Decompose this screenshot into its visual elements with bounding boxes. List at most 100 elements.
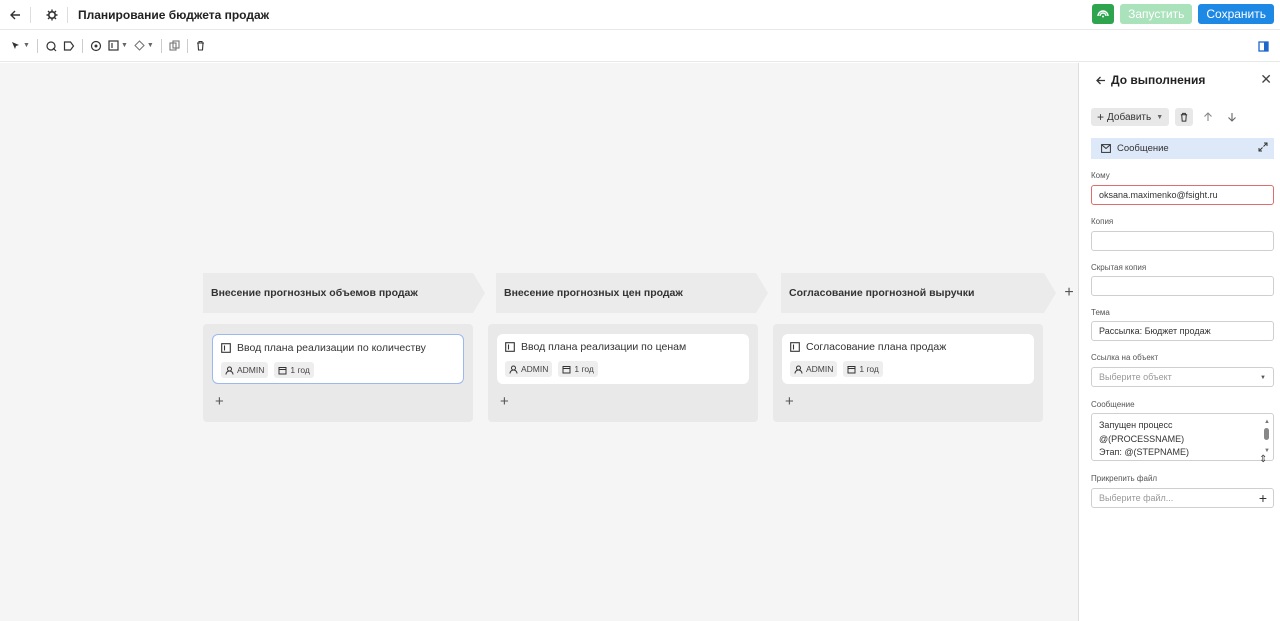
add-stage-button[interactable]: + xyxy=(1061,285,1077,301)
arrow-up-icon xyxy=(1204,112,1213,121)
stage-header[interactable]: Внесение прогнозных цен продаж xyxy=(496,273,768,313)
process-tool[interactable] xyxy=(87,34,105,58)
panel-header: До выполнения xyxy=(1095,71,1275,89)
save-button[interactable]: Сохранить xyxy=(1198,4,1274,24)
user-chip: ADMIN xyxy=(221,362,269,378)
delete-tool[interactable] xyxy=(192,34,209,58)
envelope-icon xyxy=(1101,144,1111,153)
add-step-tool[interactable] xyxy=(60,34,78,58)
message-line: @(PROCESSNAME) xyxy=(1099,433,1185,444)
move-up-button[interactable] xyxy=(1199,108,1217,126)
stage-header[interactable]: Внесение прогнозных объемов продаж xyxy=(203,273,485,313)
user-icon xyxy=(225,366,234,375)
stage-add-icon xyxy=(46,40,57,51)
cc-label: Копия xyxy=(1091,217,1114,226)
diamond-icon xyxy=(134,40,145,51)
sidebar-icon xyxy=(1257,40,1269,52)
condition-tool[interactable]: ▼ xyxy=(131,34,157,58)
copy-tool[interactable] xyxy=(166,34,183,58)
delete-action-button[interactable] xyxy=(1175,108,1194,126)
add-stage-tool[interactable] xyxy=(42,34,60,58)
bcc-label: Скрытая копия xyxy=(1091,263,1147,272)
back-arrow-icon[interactable] xyxy=(0,0,30,30)
step-title: Согласование плана продаж xyxy=(806,341,947,353)
subject-field[interactable]: Рассылка: Бюджет продаж xyxy=(1091,321,1274,341)
scrollbar[interactable]: ▲ ▼ xyxy=(1264,416,1272,458)
user-chip: ADMIN xyxy=(790,361,838,377)
attach-placeholder: Выберите файл... xyxy=(1099,493,1174,503)
header-divider xyxy=(30,6,31,23)
user-name: ADMIN xyxy=(237,365,265,375)
user-name: ADMIN xyxy=(521,364,549,374)
form-icon xyxy=(505,342,515,352)
chevron-down-icon: ▼ xyxy=(1260,375,1266,381)
add-step-button[interactable]: + xyxy=(500,394,509,409)
stage-title: Внесение прогнозных цен продаж xyxy=(504,287,683,299)
panel-title: До выполнения xyxy=(1111,73,1206,87)
user-name: ADMIN xyxy=(806,364,834,374)
stage-title: Согласование прогнозной выручки xyxy=(789,287,975,299)
toolbar-divider xyxy=(36,38,38,53)
period-chip: 1 год xyxy=(274,362,314,378)
to-value: oksana.maximenko@fsight.ru xyxy=(1099,190,1218,200)
stage-header[interactable]: Согласование прогнозной выручки xyxy=(781,273,1056,313)
toolbar-divider xyxy=(160,38,162,53)
scroll-thumb[interactable] xyxy=(1264,428,1269,440)
resize-cursor-icon[interactable]: ⇕ xyxy=(1259,454,1267,465)
stage-body: Ввод плана реализации по ценам ADMIN 1 г… xyxy=(488,324,758,422)
step-card[interactable]: Ввод плана реализации по количеству ADMI… xyxy=(212,334,464,384)
message-label: Сообщение xyxy=(1091,400,1135,409)
trash-icon xyxy=(196,40,204,51)
chevron-down-icon: ▼ xyxy=(1156,113,1164,121)
plus-icon: + xyxy=(1097,110,1105,124)
process-icon xyxy=(90,40,102,51)
step-title: Ввод плана реализации по количеству xyxy=(237,342,426,354)
object-link-select[interactable]: Выберите объект ▼ xyxy=(1091,367,1274,387)
header-divider xyxy=(67,6,68,23)
process-canvas[interactable]: Внесение прогнозных объемов продаж Ввод … xyxy=(0,63,1078,621)
bcc-field[interactable] xyxy=(1091,276,1274,296)
run-button[interactable]: Запустить xyxy=(1120,4,1193,24)
move-down-button[interactable] xyxy=(1223,108,1241,126)
object-link-placeholder: Выберите объект xyxy=(1099,372,1172,382)
expand-icon[interactable] xyxy=(1258,142,1268,155)
step-card[interactable]: Согласование плана продаж ADMIN 1 год xyxy=(782,334,1034,384)
pointer-tool[interactable]: ▼ xyxy=(8,34,33,58)
gear-icon[interactable] xyxy=(37,0,67,30)
step-card[interactable]: Ввод плана реализации по ценам ADMIN 1 г… xyxy=(497,334,749,384)
period-value: 1 год xyxy=(290,365,310,375)
form-icon xyxy=(221,343,231,353)
user-icon xyxy=(794,365,803,374)
object-link-label: Ссылка на объект xyxy=(1091,353,1159,362)
signal-icon xyxy=(1097,10,1109,18)
tab-message[interactable]: Сообщение xyxy=(1091,138,1274,159)
form-tool[interactable]: ▼ xyxy=(105,34,131,58)
status-button[interactable] xyxy=(1092,4,1115,24)
add-action-button[interactable]: + Добавить ▼ xyxy=(1091,108,1170,126)
period-value: 1 год xyxy=(859,364,879,374)
form-icon xyxy=(790,342,800,352)
calendar-icon xyxy=(278,366,287,374)
back-arrow-icon[interactable] xyxy=(1095,75,1106,86)
panel-toggle-button[interactable] xyxy=(1254,37,1272,55)
form-icon xyxy=(108,40,119,51)
period-chip: 1 год xyxy=(558,361,598,377)
add-action-label: Добавить xyxy=(1107,111,1152,123)
add-step-button[interactable]: + xyxy=(785,394,794,409)
message-line: Запущен процесс xyxy=(1099,420,1173,430)
app-header: Планирование бюджета продаж Запустить Со… xyxy=(0,0,1280,30)
attach-label: Прикрепить файл xyxy=(1091,474,1158,483)
stage-title: Внесение прогнозных объемов продаж xyxy=(211,287,418,299)
cursor-icon xyxy=(12,41,19,49)
stage-body: Ввод плана реализации по количеству ADMI… xyxy=(203,324,473,422)
to-field[interactable]: oksana.maximenko@fsight.ru xyxy=(1091,185,1274,205)
message-textarea[interactable]: Запущен процесс @(PROCESSNAME) Этап: @(S… xyxy=(1091,413,1274,461)
copy-icon xyxy=(169,40,180,51)
cc-field[interactable] xyxy=(1091,231,1274,251)
tag-icon xyxy=(63,40,75,51)
close-icon[interactable]: ✕ xyxy=(1260,71,1272,88)
plus-icon[interactable]: + xyxy=(1259,491,1267,505)
attach-file-field[interactable]: Выберите файл... + xyxy=(1091,488,1274,508)
add-step-button[interactable]: + xyxy=(215,394,224,409)
step-title: Ввод плана реализации по ценам xyxy=(521,341,687,353)
